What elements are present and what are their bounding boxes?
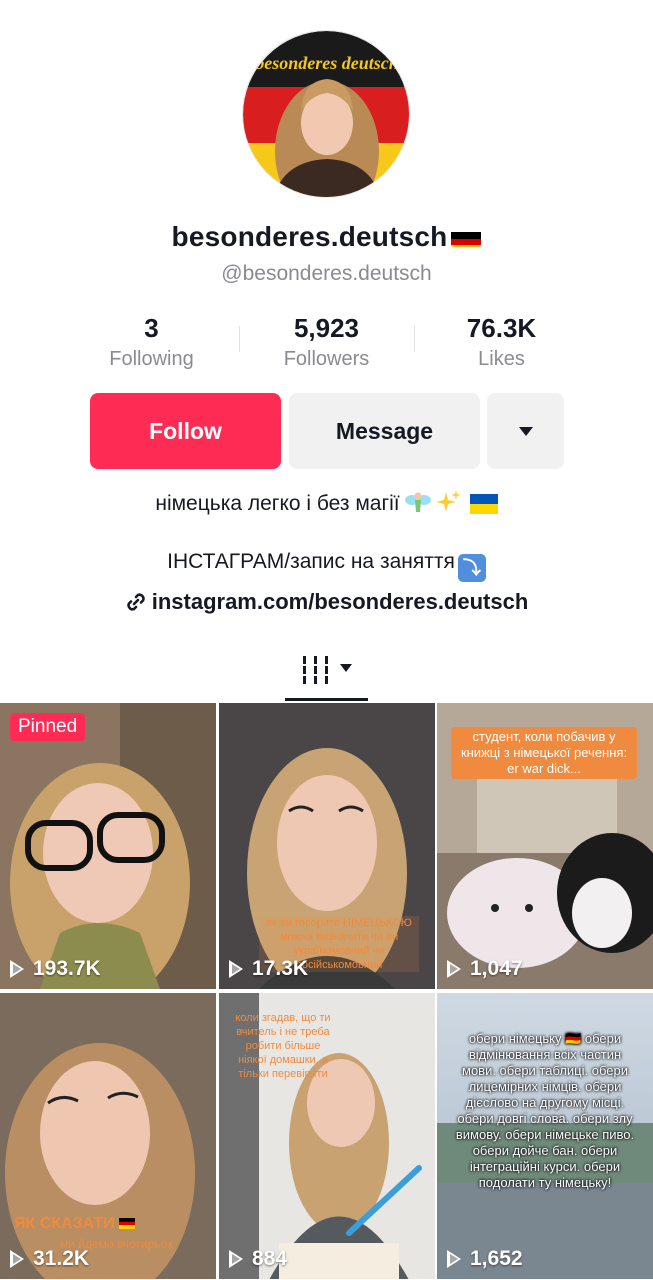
stat-followers-label: Followers [283, 348, 370, 370]
link-icon [125, 591, 147, 619]
stat-divider [239, 326, 240, 352]
avatar-logo-text: besonderes deutsch [255, 53, 399, 73]
sparkles-icon [435, 490, 462, 520]
view-count-text: 193.7K [33, 957, 101, 980]
video-thumbnail-2[interactable]: як ви говорите НІМЕЦЬКОЮ можна визначити… [219, 703, 435, 989]
bio-link[interactable]: instagram.com/besonderes.deutsch [0, 589, 653, 619]
view-count: 1,047 [447, 957, 523, 981]
stat-likes[interactable]: 76.3K Likes [414, 312, 589, 372]
chevron-down-icon [518, 426, 533, 436]
stat-following[interactable]: 3 Following [64, 312, 239, 372]
ukraine-flag-icon [469, 494, 498, 520]
pinned-badge: Pinned [10, 713, 86, 741]
grid-icon[interactable] [302, 654, 330, 691]
view-count: 1,652 [447, 1247, 523, 1271]
stat-likes-count: 76.3K [466, 313, 537, 343]
stat-followers[interactable]: 5,923 Followers [239, 312, 414, 372]
view-count-text: 1,047 [470, 957, 523, 980]
profile-display-name: besonderes.deutsch [0, 221, 653, 253]
play-icon [229, 960, 243, 978]
play-icon [10, 1250, 24, 1268]
german-flag-icon [451, 227, 482, 247]
video-caption: ЯК СКАЗАТИ [14, 1215, 136, 1234]
view-count-text: 17.3K [252, 957, 309, 980]
more-options-button[interactable] [487, 393, 564, 469]
play-icon [447, 1250, 461, 1268]
video-thumbnail-3[interactable]: студент, коли побачив у книжці з німецьк… [437, 703, 653, 989]
video-thumbnail-6[interactable]: обери німецьку 🇩🇪 обери відмінювання всі… [437, 993, 653, 1279]
tab-active-indicator [285, 698, 368, 701]
avatar[interactable]: besonderes deutsch [242, 30, 410, 198]
view-count: 193.7K [10, 957, 101, 981]
video-caption: коли згадав, що ти вчитель і не треба ро… [235, 1012, 331, 1080]
video-caption-text: ЯК СКАЗАТИ [14, 1215, 115, 1232]
bio-line-2: ІНСТАГРАМ/запис на заняття ⤵ [0, 550, 653, 582]
stat-likes-label: Likes [478, 348, 525, 370]
stat-followers-count: 5,923 [293, 313, 360, 343]
play-icon [447, 960, 461, 978]
play-icon [10, 960, 24, 978]
stat-following-label: Following [109, 348, 194, 370]
view-count: 17.3K [229, 957, 308, 981]
view-count-text: 31.2K [33, 1247, 90, 1270]
content-tabs [0, 650, 653, 701]
tab-chevron-down-icon[interactable] [340, 664, 352, 672]
play-icon [229, 1250, 243, 1268]
message-button[interactable]: Message [289, 393, 480, 469]
stat-divider [414, 326, 415, 352]
video-thumbnail-4[interactable]: ЯК СКАЗАТИ ми йдемо вчотирьох 31.2K [0, 993, 216, 1279]
video-caption: обери німецьку 🇩🇪 обери відмінювання всі… [455, 1031, 635, 1190]
video-grid: Pinned 193.7K як ви говорите НІМЕЦЬКОЮ м… [0, 703, 653, 1280]
bio-text-2: ІНСТАГРАМ/запис на заняття [167, 550, 455, 573]
bio-link-text: instagram.com/besonderes.deutsch [151, 589, 529, 614]
view-count-text: 1,652 [470, 1247, 523, 1270]
fairy-emoji-icon [404, 490, 432, 520]
view-count: 31.2K [10, 1247, 89, 1271]
german-flag-icon [119, 1216, 136, 1234]
video-thumbnail-5[interactable]: коли згадав, що ти вчитель і не треба ро… [219, 993, 435, 1279]
profile-handle: @besonderes.deutsch [221, 262, 432, 285]
video-thumbnail-1[interactable]: Pinned 193.7K [0, 703, 216, 989]
profile-stats: 3 Following 5,923 Followers 76.3K Likes [64, 312, 589, 372]
follow-button[interactable]: Follow [90, 393, 281, 469]
bio-text: німецька легко і без магії [155, 492, 400, 515]
arrow-down-right-icon: ⤵ [457, 554, 486, 582]
bio-line-1: німецька легко і без магії [0, 490, 653, 520]
display-name-text: besonderes.deutsch [171, 221, 448, 252]
stat-following-count: 3 [144, 313, 159, 343]
video-caption: студент, коли побачив у книжці з німецьк… [451, 727, 637, 779]
view-count-text: 884 [252, 1247, 288, 1270]
view-count: 884 [229, 1247, 287, 1271]
